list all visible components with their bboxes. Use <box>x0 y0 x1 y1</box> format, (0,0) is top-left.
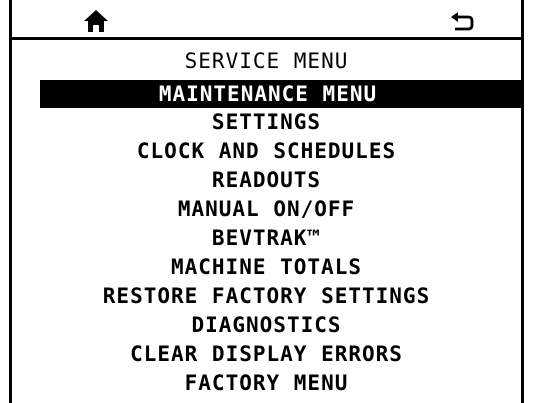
menu-item-label: BEVTRAK™ <box>211 226 322 250</box>
menu-list: MAINTENANCE MENU SETTINGS CLOCK AND SCHE… <box>12 80 524 398</box>
menu-item-label: READOUTS <box>211 168 322 192</box>
service-menu: SERVICE MENU MAINTENANCE MENU SETTINGS C… <box>12 40 524 403</box>
display-screen: SERVICE MENU MAINTENANCE MENU SETTINGS C… <box>0 0 534 403</box>
menu-item-diagnostics[interactable]: DIAGNOSTICS <box>12 311 521 340</box>
menu-item-clock-and-schedules[interactable]: CLOCK AND SCHEDULES <box>12 137 521 166</box>
back-arrow-icon[interactable] <box>449 9 475 33</box>
menu-title: SERVICE MENU <box>184 49 349 73</box>
screen-border-right <box>521 0 524 403</box>
menu-item-label: MANUAL ON/OFF <box>177 197 356 221</box>
menu-item-manual-on-off[interactable]: MANUAL ON/OFF <box>12 195 521 224</box>
menu-item-label: RESTORE FACTORY SETTINGS <box>102 284 431 308</box>
menu-item-label: MACHINE TOTALS <box>170 255 362 279</box>
menu-item-bevtrak[interactable]: BEVTRAK™ <box>12 224 521 253</box>
menu-item-label: FACTORY MENU <box>184 371 349 395</box>
menu-item-readouts[interactable]: READOUTS <box>12 166 521 195</box>
menu-item-label: CLEAR DISPLAY ERRORS <box>130 342 403 366</box>
menu-item-factory-menu[interactable]: FACTORY MENU <box>12 369 521 398</box>
menu-item-label: CLOCK AND SCHEDULES <box>136 139 397 163</box>
menu-item-maintenance-menu[interactable]: MAINTENANCE MENU <box>40 80 524 108</box>
menu-item-label: DIAGNOSTICS <box>191 313 342 337</box>
menu-item-machine-totals[interactable]: MACHINE TOTALS <box>12 253 521 282</box>
menu-item-restore-factory-settings[interactable]: RESTORE FACTORY SETTINGS <box>12 282 521 311</box>
menu-item-settings[interactable]: SETTINGS <box>12 108 521 137</box>
top-bar <box>9 0 524 40</box>
menu-item-clear-display-errors[interactable]: CLEAR DISPLAY ERRORS <box>12 340 521 369</box>
menu-item-label: MAINTENANCE MENU <box>158 82 378 106</box>
menu-item-label: SETTINGS <box>211 110 322 134</box>
home-icon[interactable] <box>83 9 109 33</box>
